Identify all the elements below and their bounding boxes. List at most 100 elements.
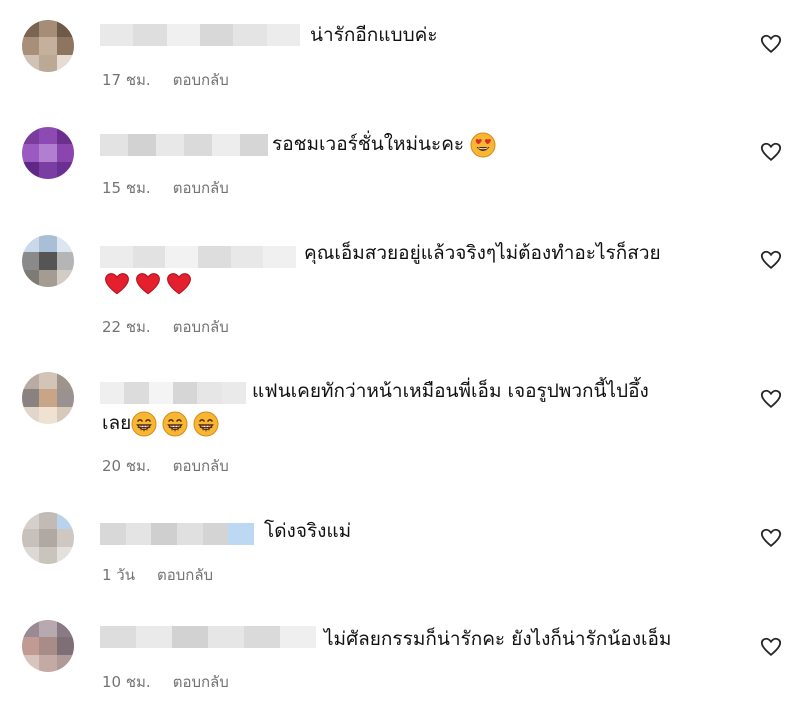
avatar-pixel — [22, 252, 40, 270]
reply-button[interactable]: ตอบกลับ — [173, 454, 229, 478]
avatar-pixel — [22, 389, 40, 407]
avatar[interactable] — [22, 235, 74, 287]
avatar-pixel — [39, 389, 57, 407]
avatar-pixel — [39, 127, 57, 145]
username-blur-block — [132, 246, 166, 268]
emoji-row — [131, 411, 224, 436]
comment-text: น่ารักอีกแบบค่ะ — [310, 24, 438, 46]
username-blur-block — [172, 382, 198, 404]
username-blur-block — [100, 24, 134, 46]
avatar[interactable] — [22, 620, 74, 672]
avatar-pixel — [22, 637, 40, 655]
username-blurred[interactable] — [100, 134, 268, 156]
avatar-pixel — [22, 144, 40, 162]
comment-time: 10 ชม. — [102, 673, 151, 691]
avatar-pixel — [22, 372, 40, 390]
avatar-pixel — [39, 546, 57, 564]
username-blur-block — [151, 523, 177, 545]
avatar-pixel — [39, 20, 57, 38]
like-heart-icon[interactable] — [760, 141, 782, 163]
like-heart-icon[interactable] — [760, 388, 782, 410]
avatar-pixel — [39, 269, 57, 287]
comment-time: 17 ชม. — [102, 71, 151, 89]
comment-meta: 17 ชม. ตอบกลับ — [102, 68, 229, 92]
username-blur-block — [212, 134, 240, 156]
avatar-pixel — [39, 252, 57, 270]
avatar[interactable] — [22, 372, 74, 424]
username-blur-block — [240, 134, 268, 156]
avatar-pixel — [22, 620, 40, 638]
username-blur-block — [280, 626, 316, 648]
comment-meta: 20 ชม. ตอบกลับ — [102, 454, 229, 478]
username-blur-block — [133, 24, 167, 46]
comment-text-continuation: เลย — [102, 412, 132, 434]
username-blurred[interactable] — [100, 246, 296, 268]
avatar-pixel — [56, 252, 74, 270]
comment-text: คุณเอ็มสวยอยู่แล้วจริงๆไม่ต้องทำอะไรก็สว… — [304, 242, 661, 264]
avatar-pixel — [22, 512, 40, 530]
like-heart-icon[interactable] — [760, 249, 782, 271]
grinning-face-emoji-icon — [162, 411, 188, 436]
username-blur-block — [244, 626, 280, 648]
avatar-pixel — [56, 269, 74, 287]
comment-text-content: รอชมเวอร์ชั่นใหม่นะคะ — [272, 133, 465, 155]
username-blur-block — [233, 24, 267, 46]
avatar-pixel — [22, 654, 40, 672]
avatar-pixel — [39, 637, 57, 655]
avatar[interactable] — [22, 20, 74, 72]
avatar-pixel — [56, 235, 74, 253]
username-blur-block — [266, 24, 300, 46]
username-blurred[interactable] — [100, 626, 316, 648]
username-blur-block — [197, 382, 222, 404]
username-blur-block — [263, 246, 296, 268]
comment-text: ไม่ศัลยกรรมก็น่ารักคะ ยังไงก็น่ารักน้องเ… — [324, 628, 672, 650]
avatar[interactable] — [22, 127, 74, 179]
comment-meta: 1 วัน ตอบกลับ — [102, 563, 213, 587]
username-blur-block — [100, 246, 133, 268]
username-blur-block — [100, 134, 128, 156]
reply-button[interactable]: ตอบกลับ — [173, 315, 229, 339]
avatar-pixel — [22, 161, 40, 179]
avatar-pixel — [39, 54, 57, 72]
reply-button[interactable]: ตอบกลับ — [173, 670, 229, 694]
reply-button[interactable]: ตอบกลับ — [173, 176, 229, 200]
like-heart-icon[interactable] — [760, 527, 782, 549]
username-blurred[interactable] — [100, 523, 254, 545]
avatar-pixel — [22, 20, 40, 38]
avatar-pixel — [56, 144, 74, 162]
comment-time: 20 ชม. — [102, 457, 151, 475]
comment-meta: 15 ชม. ตอบกลับ — [102, 176, 229, 200]
comment-time: 15 ชม. — [102, 179, 151, 197]
avatar[interactable] — [22, 512, 74, 564]
username-blur-block — [156, 134, 184, 156]
username-blur-block — [184, 134, 212, 156]
avatar-pixel — [22, 37, 40, 55]
avatar-pixel — [39, 37, 57, 55]
avatar-pixel — [39, 235, 57, 253]
username-blur-block — [172, 626, 208, 648]
comment-time: 1 วัน — [102, 566, 135, 584]
like-heart-icon[interactable] — [760, 636, 782, 658]
reply-button[interactable]: ตอบกลับ — [157, 563, 213, 587]
username-blur-block — [166, 24, 200, 46]
username-blur-block — [221, 382, 246, 404]
like-heart-icon[interactable] — [760, 33, 782, 55]
username-blur-block — [124, 382, 149, 404]
avatar-pixel — [22, 235, 40, 253]
avatar-pixel — [56, 161, 74, 179]
username-blurred[interactable] — [100, 382, 246, 404]
avatar-pixel — [56, 637, 74, 655]
avatar-pixel — [56, 372, 74, 390]
username-blur-block — [202, 523, 229, 545]
avatar-pixel — [39, 144, 57, 162]
avatar-pixel — [56, 389, 74, 407]
reply-button[interactable]: ตอบกลับ — [173, 68, 229, 92]
avatar-pixel — [56, 654, 74, 672]
red-heart-emoji-icon — [105, 272, 129, 294]
avatar-pixel — [56, 529, 74, 547]
username-blurred[interactable] — [100, 24, 300, 46]
username-blur-block — [230, 246, 264, 268]
avatar-pixel — [56, 127, 74, 145]
avatar-pixel — [39, 654, 57, 672]
avatar-pixel — [22, 406, 40, 424]
